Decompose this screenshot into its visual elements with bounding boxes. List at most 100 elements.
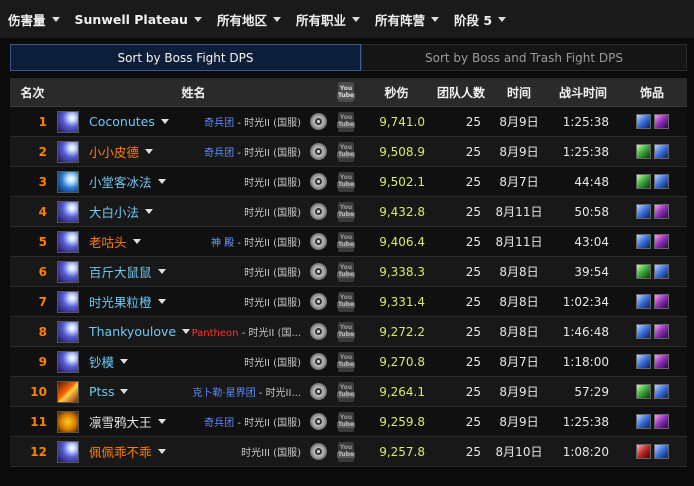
date-cell: 8月11日 [495,205,543,219]
player-name-link[interactable]: 凛雪鸦大王 [89,412,152,431]
column-header-raid-size[interactable]: 团队人数 [433,84,489,101]
chevron-down-icon[interactable] [120,389,129,394]
youtube-icon[interactable]: You Tube [336,171,356,192]
trinket-icon[interactable] [653,114,669,129]
trinket-icon[interactable] [653,324,669,339]
achievement-icon[interactable] [310,113,327,130]
player-name-link[interactable]: 大白小法 [89,202,139,221]
guild-link[interactable]: 神 殿 [211,238,234,249]
youtube-icon[interactable]: You Tube [336,351,356,372]
trinket-icon[interactable] [653,174,669,189]
trinket-icon[interactable] [635,354,651,369]
trinket-icon[interactable] [635,234,651,249]
achievement-icon[interactable] [310,413,327,430]
youtube-icon[interactable]: You Tube [336,321,356,342]
column-header-dps[interactable]: 秒伤 [360,84,433,101]
youtube-icon[interactable]: You Tube [336,261,356,282]
trinket-icon[interactable] [653,264,669,279]
achievement-icon[interactable] [310,353,327,370]
raid-size-cell: 25 [465,384,481,399]
youtube-icon[interactable]: You Tube [336,441,356,462]
achievement-icon[interactable] [310,323,327,340]
filter-zone-dropdown[interactable]: Sunwell Plateau [75,12,202,27]
trinket-icon[interactable] [635,384,651,399]
trinket-icon[interactable] [653,204,669,219]
dps-cell: 9,338.3 [379,264,425,279]
filter-metric-dropdown[interactable]: 伤害量 [8,10,60,29]
trinket-icon[interactable] [653,414,669,429]
trinket-icon[interactable] [635,174,651,189]
filter-class-dropdown[interactable]: 所有职业 [296,10,360,29]
guild-link[interactable]: 奇兵团 [204,418,234,429]
server-label: 时光II (国服) [244,418,301,429]
achievement-icon[interactable] [310,233,327,250]
trinket-icon[interactable] [653,444,669,459]
filter-phase-dropdown[interactable]: 阶段 5 [454,10,507,29]
column-header-date[interactable]: 时间 [489,84,549,101]
guild-link[interactable]: 克卜勒·星界团 [192,388,255,399]
youtube-icon: You Tube [336,82,356,102]
trinket-icon[interactable] [635,114,651,129]
achievement-icon[interactable] [310,173,327,190]
player-name-link[interactable]: Thankyoulove [89,324,176,339]
trinket-icon[interactable] [635,414,651,429]
trinket-icon[interactable] [635,294,651,309]
player-name-link[interactable]: 小堂客冰法 [89,172,152,191]
player-name-link[interactable]: 老咕头 [89,232,127,251]
chevron-down-icon[interactable] [120,359,129,364]
trinkets-cell [617,204,687,219]
trinket-icon[interactable] [653,234,669,249]
trinket-icon[interactable] [653,294,669,309]
achievement-icon[interactable] [310,143,327,160]
guild-link[interactable]: Pantheon [192,328,239,339]
youtube-icon[interactable]: You Tube [336,111,356,132]
chevron-down-icon[interactable] [157,299,166,304]
player-name-link[interactable]: 佩佩乖不乖 [89,442,152,461]
achievement-icon[interactable] [310,263,327,280]
chevron-down-icon[interactable] [160,119,169,124]
player-name-link[interactable]: 百斤大鼠鼠 [89,262,152,281]
guild-link[interactable]: 奇兵团 [204,118,234,129]
chevron-down-icon[interactable] [182,329,191,334]
column-header-rank[interactable]: 名次 [10,84,55,101]
chevron-down-icon[interactable] [157,179,166,184]
youtube-icon[interactable]: You Tube [336,201,356,222]
achievement-icon[interactable] [310,443,327,460]
trinket-icon[interactable] [635,324,651,339]
trinket-icon[interactable] [635,204,651,219]
chevron-down-icon[interactable] [157,419,166,424]
player-name-link[interactable]: 时光果粒橙 [89,292,152,311]
trinket-icon[interactable] [635,264,651,279]
filter-faction-dropdown[interactable]: 所有阵营 [375,10,439,29]
player-name-link[interactable]: 钞模 [89,352,114,371]
trinket-icon[interactable] [653,354,669,369]
guild-link[interactable]: 奇兵团 [204,148,234,159]
youtube-icon[interactable]: You Tube [336,141,356,162]
youtube-icon[interactable]: You Tube [336,291,356,312]
filter-region-dropdown[interactable]: 所有地区 [217,10,281,29]
youtube-icon[interactable]: You Tube [336,231,356,252]
chevron-down-icon[interactable] [132,239,141,244]
column-header-duration[interactable]: 战斗时间 [549,84,617,101]
achievement-icon[interactable] [310,203,327,220]
trinket-icon[interactable] [635,144,651,159]
trinkets-cell [617,444,687,459]
dps-cell: 9,331.4 [379,294,425,309]
trinket-icon[interactable] [653,384,669,399]
chevron-down-icon[interactable] [157,449,166,454]
tab-sort-boss-dps[interactable]: Sort by Boss Fight DPS [10,44,361,71]
chevron-down-icon[interactable] [145,209,154,214]
chevron-down-icon[interactable] [145,149,154,154]
column-header-name[interactable]: 姓名 [55,77,332,107]
trinket-icon[interactable] [635,444,651,459]
youtube-icon[interactable]: You Tube [336,411,356,432]
player-name-link[interactable]: 小小皮德 [89,142,139,161]
player-name-link[interactable]: Coconutes [89,114,155,129]
trinket-icon[interactable] [653,144,669,159]
chevron-down-icon[interactable] [157,269,166,274]
youtube-icon[interactable]: You Tube [336,381,356,402]
player-name-link[interactable]: Ptss [89,384,114,399]
tab-sort-boss-trash-dps[interactable]: Sort by Boss and Trash Fight DPS [361,44,687,71]
achievement-icon[interactable] [310,383,327,400]
achievement-icon[interactable] [310,293,327,310]
